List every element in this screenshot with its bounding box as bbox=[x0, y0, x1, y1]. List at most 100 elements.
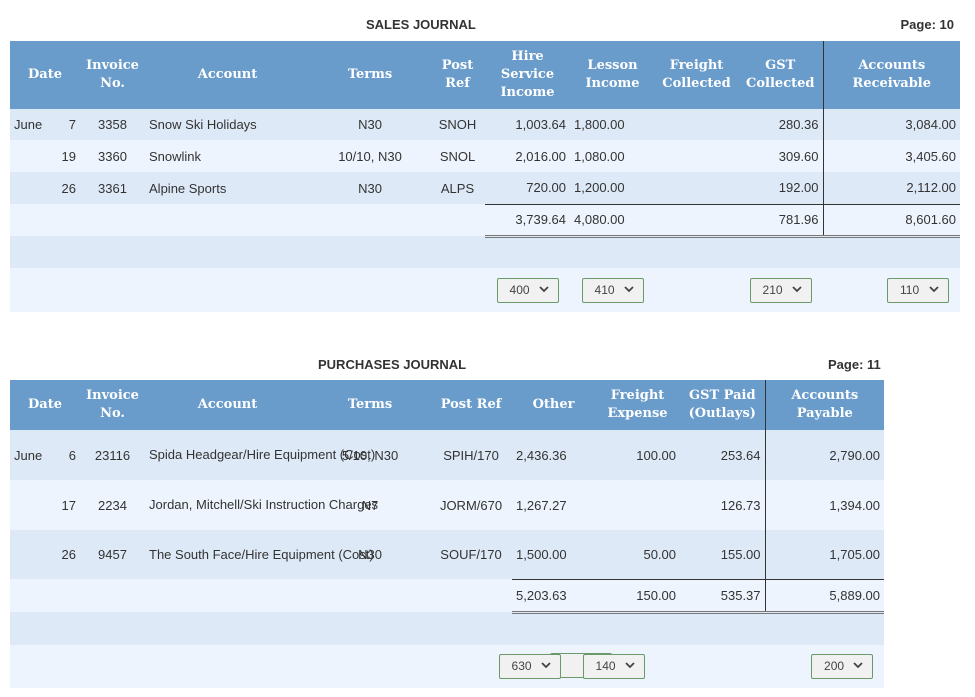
table-row: June 7 3358 Snow Ski Holidays N30 SNOH 1… bbox=[10, 109, 961, 140]
cell-day: 26 bbox=[54, 530, 81, 579]
cell-invoice: 23116 bbox=[80, 430, 146, 480]
post-account-select-ap[interactable]: 200 bbox=[811, 654, 874, 679]
cell-gst: 253.64 bbox=[680, 430, 766, 480]
cell-account: Alpine Sports bbox=[145, 172, 311, 204]
col-header-account: Account bbox=[145, 380, 311, 430]
cell-post-ref: SNOH bbox=[430, 109, 486, 140]
cell-month bbox=[10, 172, 54, 204]
purchases-journal-title: PURCHASES JOURNAL bbox=[318, 357, 467, 372]
cell-freight bbox=[655, 140, 739, 172]
purchases-journal-page: Page: 11 bbox=[828, 357, 881, 372]
post-account-select-gst[interactable]: 210 bbox=[749, 277, 812, 303]
col-header-post-ref: Post Ref bbox=[430, 41, 486, 109]
cell-account: Snowlink bbox=[145, 140, 311, 172]
cell-invoice: 3360 bbox=[80, 140, 146, 172]
cell-ap: 1,705.00 bbox=[764, 530, 885, 579]
col-header-hire-service-income: Hire Service Income bbox=[485, 41, 571, 109]
cell-month bbox=[10, 140, 54, 172]
cell-month bbox=[10, 530, 54, 579]
cell-invoice: 2234 bbox=[80, 480, 146, 530]
cell-ar: 3,405.60 bbox=[822, 140, 961, 172]
col-header-date: Date bbox=[10, 41, 81, 109]
col-header-invoice: Invoice No. bbox=[80, 380, 146, 430]
cell-gst: 126.73 bbox=[680, 480, 766, 530]
chevron-down-icon bbox=[624, 662, 635, 669]
cell-post-ref: SOUF/170 bbox=[430, 530, 513, 579]
col-header-terms: Terms bbox=[310, 380, 431, 430]
cell-day: 17 bbox=[54, 480, 81, 530]
cell-post-ref: SPIH/170 bbox=[430, 430, 513, 480]
cell-terms: 10/10, N30 bbox=[310, 140, 431, 172]
cell-gst: 280.36 bbox=[738, 109, 824, 140]
cell-hire: 1,003.64 bbox=[485, 109, 571, 140]
cell-other: 1,267.27 bbox=[512, 480, 596, 530]
cell-day: 26 bbox=[54, 172, 81, 204]
col-header-gst-collected: GST Collected bbox=[738, 41, 824, 109]
post-account-select-hire[interactable]: 400 bbox=[496, 277, 559, 303]
cell-day: 6 bbox=[54, 430, 81, 480]
total-lesson: 4,080.00 bbox=[570, 203, 656, 238]
col-header-accounts-receivable: Accounts Receivable bbox=[822, 41, 961, 109]
cell-gst: 309.60 bbox=[738, 140, 824, 172]
cell-freight bbox=[655, 172, 739, 204]
sales-journal-table: Date Invoice No. Account Terms Post Ref Hi… bbox=[10, 41, 961, 312]
post-account-select-other[interactable]: 630 bbox=[498, 654, 561, 679]
col-header-gst-paid: GST Paid (Outlays) bbox=[680, 380, 766, 430]
cell-invoice: 3358 bbox=[80, 109, 146, 140]
cell-freight bbox=[595, 480, 681, 530]
cell-account: Snow Ski Holidays bbox=[145, 109, 311, 140]
cell-freight bbox=[655, 109, 739, 140]
cell-day: 7 bbox=[54, 109, 81, 140]
chevron-down-icon bbox=[853, 662, 863, 669]
purchases-header-row: Date Invoice No. Account Terms Post Ref O… bbox=[10, 380, 885, 430]
posting-row: 630 140 200 bbox=[10, 645, 885, 688]
table-row: 26 9457 The South Face/Hire Equipment (C… bbox=[10, 530, 885, 579]
cell-gst: 155.00 bbox=[680, 530, 766, 579]
table-row: 26 3361 Alpine Sports N30 ALPS 720.00 1,… bbox=[10, 172, 961, 204]
col-header-date: Date bbox=[10, 380, 81, 430]
total-ar: 8,601.60 bbox=[822, 203, 961, 238]
table-row: 19 3360 Snowlink 10/10, N30 SNOL 2,016.0… bbox=[10, 140, 961, 172]
cell-terms: N30 bbox=[310, 109, 431, 140]
sales-journal-page: Page: 10 bbox=[900, 17, 954, 32]
col-header-freight-collected: Freight Collected bbox=[655, 41, 739, 109]
post-account-select-ar[interactable]: 110 bbox=[887, 277, 950, 303]
col-header-terms: Terms bbox=[310, 41, 431, 109]
table-row: June 6 23116 Spida Headgear/Hire Equipme… bbox=[10, 430, 885, 480]
total-freight bbox=[655, 203, 739, 238]
totals-row: 5,203.63 150.00 535.37 5,889.00 bbox=[10, 578, 885, 614]
cell-day: 19 bbox=[54, 140, 81, 172]
cell-gst: 192.00 bbox=[738, 172, 824, 204]
cell-ap: 1,394.00 bbox=[764, 480, 885, 530]
cell-other: 1,500.00 bbox=[512, 530, 596, 579]
cell-freight: 100.00 bbox=[595, 430, 681, 480]
post-account-select-lesson[interactable]: 410 bbox=[581, 277, 644, 303]
total-other: 5,203.63 bbox=[512, 578, 596, 614]
posting-row: 400 410 210 110 bbox=[10, 268, 961, 312]
cell-ar: 3,084.00 bbox=[822, 109, 961, 140]
cell-account: Spida Headgear/Hire Equipment (Cost) bbox=[145, 430, 375, 480]
cell-post-ref: SNOL bbox=[430, 140, 486, 172]
chevron-down-icon bbox=[540, 662, 551, 669]
totals-row: 3,739.64 4,080.00 781.96 8,601.60 bbox=[10, 203, 961, 238]
cell-month: June bbox=[10, 430, 54, 480]
table-row: 17 2234 Jordan, Mitchell/Ski Instruction… bbox=[10, 480, 885, 530]
cell-other: 2,436.36 bbox=[512, 430, 596, 480]
cell-account: The South Face/Hire Equipment (Cost) bbox=[145, 530, 374, 579]
chevron-down-icon bbox=[929, 285, 939, 292]
total-hire: 3,739.64 bbox=[485, 203, 571, 238]
chevron-down-icon bbox=[623, 285, 634, 292]
cell-hire: 720.00 bbox=[485, 172, 571, 204]
spacer-row bbox=[10, 612, 885, 645]
cell-hire: 2,016.00 bbox=[485, 140, 571, 172]
sales-header-row: Date Invoice No. Account Terms Post Ref Hi… bbox=[10, 41, 961, 109]
chevron-down-icon bbox=[791, 285, 802, 292]
purchases-journal-table: Date Invoice No. Account Terms Post Ref O… bbox=[10, 380, 885, 688]
total-ap: 5,889.00 bbox=[764, 578, 885, 614]
post-account-select-freight[interactable]: 140 bbox=[582, 654, 645, 679]
cell-lesson: 1,200.00 bbox=[570, 172, 656, 204]
col-header-lesson-income: Lesson Income bbox=[570, 41, 656, 109]
cell-month bbox=[10, 480, 54, 530]
cell-post-ref: ALPS bbox=[430, 172, 486, 204]
col-header-freight-expense: Freight Expense bbox=[595, 380, 681, 430]
